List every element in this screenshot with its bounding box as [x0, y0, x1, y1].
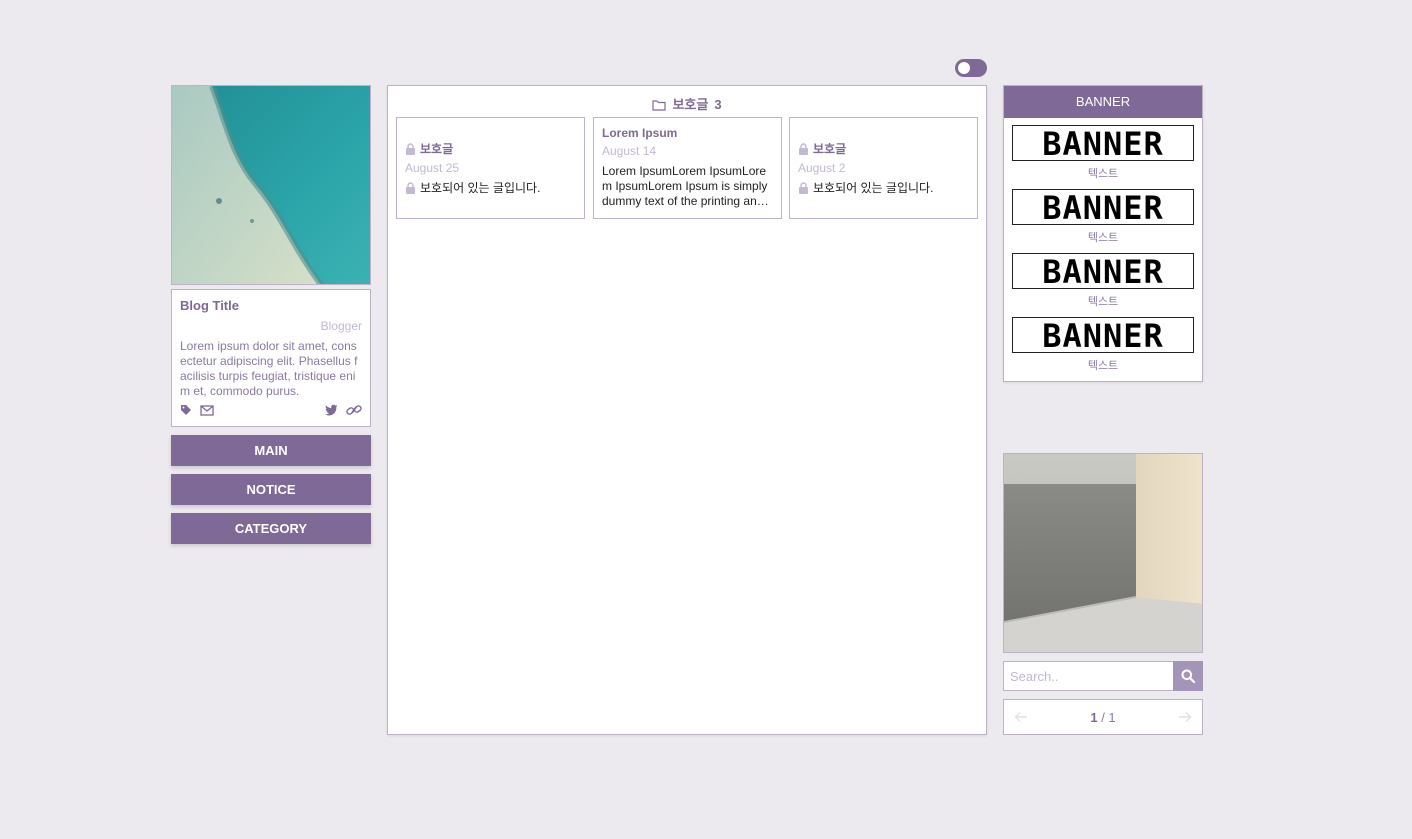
profile-image: [171, 85, 371, 285]
lock-icon: [406, 182, 415, 194]
post-date: August 2: [798, 161, 846, 175]
post-title[interactable]: Lorem Ipsum: [602, 126, 773, 140]
banner-item[interactable]: BANNER 텍스트: [1012, 253, 1194, 309]
banner-item[interactable]: BANNER 텍스트: [1012, 317, 1194, 373]
post-card[interactable]: 보호글 August 25 보호되어 있는 글입니다.: [396, 117, 585, 219]
banner-caption[interactable]: 텍스트: [1012, 293, 1194, 309]
blog-description: Lorem ipsum dolor sit amet, consectetur …: [180, 339, 358, 398]
banner-header: BANNER: [1004, 86, 1202, 118]
folder-name: 보호글: [672, 97, 709, 112]
banner-caption[interactable]: 텍스트: [1012, 165, 1194, 181]
post-title[interactable]: 보호글: [405, 140, 576, 157]
profile-icons: [180, 404, 362, 418]
link-icon[interactable]: [346, 404, 362, 416]
profile-card: Blog Title Blogger Lorem ipsum dolor sit…: [171, 289, 371, 427]
search-icon: [1181, 669, 1195, 683]
search-button[interactable]: [1173, 661, 1203, 691]
mail-icon[interactable]: [200, 404, 215, 416]
post-title[interactable]: 보호글: [798, 140, 969, 157]
banner-caption[interactable]: 텍스트: [1012, 229, 1194, 245]
search-input[interactable]: [1003, 661, 1173, 691]
banner-widget: BANNER BANNER 텍스트 BANNER 텍스트 BANNER 텍스트 …: [1003, 85, 1203, 382]
sidebar-image: [1003, 453, 1203, 653]
post-excerpt: Lorem IpsumLorem IpsumLorem IpsumLorem I…: [602, 164, 771, 208]
pagination: 1 / 1: [1003, 699, 1203, 735]
blog-author: Blogger: [320, 319, 362, 333]
banner-image[interactable]: BANNER: [1012, 125, 1194, 161]
page-indicator: 1 / 1: [1004, 710, 1202, 725]
folder-count: 3: [714, 97, 722, 112]
current-page[interactable]: 1: [1090, 710, 1097, 725]
lock-icon: [799, 143, 808, 155]
post-date: August 25: [405, 161, 460, 175]
banner-item[interactable]: BANNER 텍스트: [1012, 125, 1194, 181]
post-excerpt: 보호되어 있는 글입니다.: [798, 181, 969, 196]
twitter-icon[interactable]: [324, 404, 338, 416]
search-bar: [1003, 661, 1203, 691]
banner-image[interactable]: BANNER: [1012, 317, 1194, 353]
folder-icon: [652, 100, 667, 111]
lock-icon: [799, 182, 808, 194]
total-pages: 1: [1108, 710, 1116, 725]
banner-image[interactable]: BANNER: [1012, 253, 1194, 289]
nav-category-button[interactable]: CATEGORY: [171, 513, 371, 544]
post-list-panel: 보호글 3 보호글 August 25 보호되어 있는 글입니다. Lorem I…: [387, 85, 987, 735]
arrow-right-icon[interactable]: [1178, 711, 1192, 723]
blog-title[interactable]: Blog Title: [180, 298, 362, 313]
banner-caption[interactable]: 텍스트: [1012, 357, 1194, 373]
toggle-knob: [958, 62, 970, 74]
folder-heading: 보호글 3: [388, 94, 986, 113]
banner-item[interactable]: BANNER 텍스트: [1012, 189, 1194, 245]
banner-image[interactable]: BANNER: [1012, 189, 1194, 225]
tag-icon[interactable]: [180, 404, 192, 416]
theme-toggle[interactable]: [955, 59, 987, 77]
post-card[interactable]: Lorem Ipsum August 14 Lorem IpsumLorem I…: [593, 117, 782, 219]
lock-icon: [406, 143, 415, 155]
post-card[interactable]: 보호글 August 2 보호되어 있는 글입니다.: [789, 117, 978, 219]
post-excerpt: 보호되어 있는 글입니다.: [405, 181, 576, 196]
post-date: August 14: [602, 144, 657, 158]
nav-notice-button[interactable]: NOTICE: [171, 474, 371, 505]
nav-main-button[interactable]: MAIN: [171, 435, 371, 466]
page-separator: /: [1097, 710, 1109, 725]
